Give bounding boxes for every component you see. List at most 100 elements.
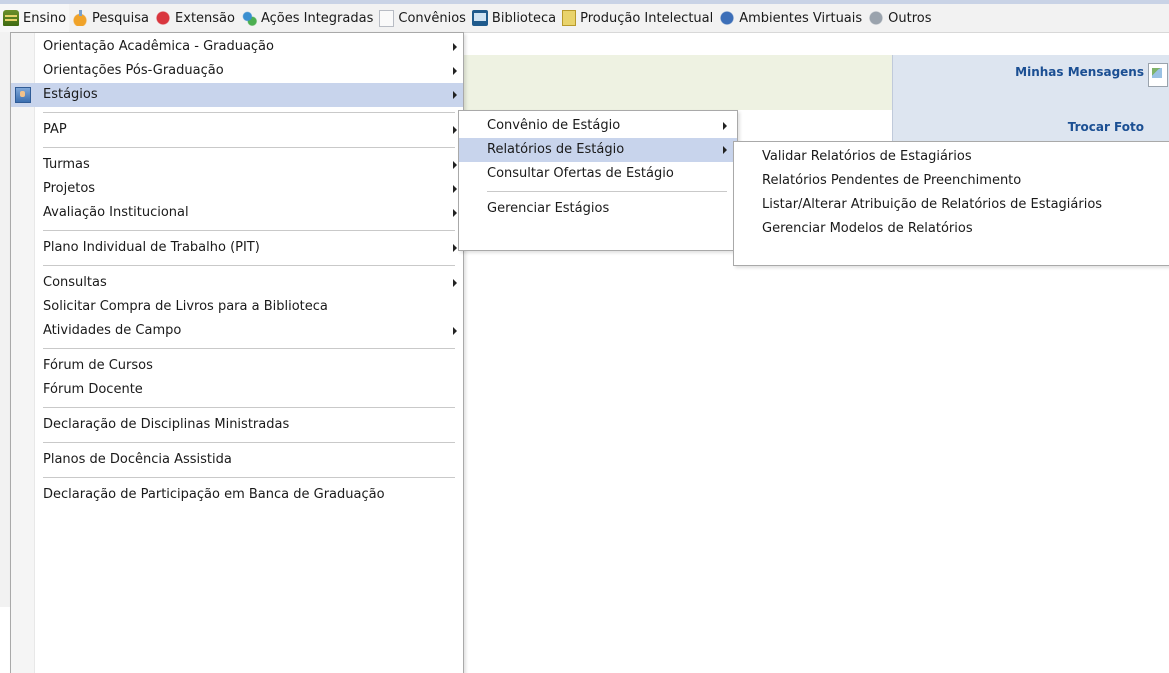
menubar-item-extensao[interactable]: Extensão (152, 4, 238, 32)
menu-item-label: Consultas (43, 275, 107, 290)
submenu-arrow-icon (453, 327, 457, 335)
submenu-arrow-icon (453, 279, 457, 287)
menu-item-label: Validar Relatórios de Estagiários (762, 149, 972, 164)
menu-item-label: Solicitar Compra de Livros para a Biblio… (43, 299, 328, 314)
menu-item-label: Fórum Docente (43, 382, 143, 397)
relatorios-submenu: Validar Relatórios de Estagiários Relató… (733, 141, 1169, 266)
submenu-arrow-icon (723, 122, 727, 130)
menubar-label: Outros (888, 10, 932, 26)
menubar-item-acoes-integradas[interactable]: Ações Integradas (238, 4, 376, 32)
menubar-item-biblioteca[interactable]: Biblioteca (469, 4, 559, 32)
menu-item-label: Consultar Ofertas de Estágio (487, 166, 674, 181)
menu-separator (43, 230, 455, 231)
content-header-area (462, 55, 892, 110)
menu-separator (43, 147, 455, 148)
menu-item-turmas[interactable]: Turmas (11, 153, 463, 177)
menu-item-orientacao-academica[interactable]: Orientação Acadêmica - Graduação (11, 35, 463, 59)
menubar-label: Convênios (398, 10, 466, 26)
document-icon (379, 9, 395, 27)
submenu-arrow-icon (453, 43, 457, 51)
intern-icon (15, 87, 31, 103)
menubar-item-pesquisa[interactable]: Pesquisa (69, 4, 152, 32)
menu-item-label: Convênio de Estágio (487, 118, 621, 133)
menu-separator (487, 191, 727, 192)
menu-item-label: Plano Individual de Trabalho (PIT) (43, 240, 260, 255)
submenu-arrow-icon (453, 161, 457, 169)
menu-item-gerenciar-estagios[interactable]: Gerenciar Estágios (459, 197, 737, 221)
menu-item-relatorios-pendentes[interactable]: Relatórios Pendentes de Preenchimento (734, 169, 1169, 193)
network-icon (719, 10, 736, 26)
menubar-item-producao-intelectual[interactable]: Produção Intelectual (559, 4, 716, 32)
change-photo-link[interactable]: Trocar Foto (1068, 120, 1144, 134)
menu-item-label: Avaliação Institucional (43, 205, 189, 220)
menu-item-atividades-campo[interactable]: Atividades de Campo (11, 319, 463, 343)
menu-separator (43, 348, 455, 349)
submenu-arrow-icon (453, 91, 457, 99)
menu-item-convenio-estagio[interactable]: Convênio de Estágio (459, 114, 737, 138)
menubar-label: Produção Intelectual (580, 10, 714, 26)
menu-separator (43, 112, 455, 113)
submenu-arrow-icon (453, 126, 457, 134)
menu-item-label: Relatórios de Estágio (487, 142, 625, 157)
menubar-label: Ações Integradas (260, 10, 374, 26)
notepad-icon (562, 10, 577, 26)
flask-icon (72, 10, 89, 26)
menubar-item-convenios[interactable]: Convênios (376, 4, 469, 32)
puzzle-icon (240, 10, 257, 26)
menu-item-planos-docencia[interactable]: Planos de Docência Assistida (11, 448, 463, 472)
user-photo-image (1148, 63, 1168, 87)
menu-item-label: Orientações Pós-Graduação (43, 63, 224, 78)
menu-item-label: PAP (43, 122, 67, 137)
menu-item-label: Atividades de Campo (43, 323, 182, 338)
menubar-item-ensino[interactable]: Ensino (0, 4, 70, 32)
menu-separator (43, 407, 455, 408)
menu-item-label: Declaração de Participação em Banca de G… (43, 487, 385, 502)
menu-item-label: Estágios (43, 87, 98, 102)
menu-separator (43, 442, 455, 443)
submenu-arrow-icon (453, 185, 457, 193)
menu-item-label: Projetos (43, 181, 96, 196)
menu-item-solicitar-compra-livros[interactable]: Solicitar Compra de Livros para a Biblio… (11, 295, 463, 319)
menu-item-consultas[interactable]: Consultas (11, 271, 463, 295)
menu-item-forum-docente[interactable]: Fórum Docente (11, 378, 463, 402)
menu-item-pap[interactable]: PAP (11, 118, 463, 142)
menu-item-plano-individual[interactable]: Plano Individual de Trabalho (PIT) (11, 236, 463, 260)
menu-item-label: Orientação Acadêmica - Graduação (43, 39, 274, 54)
menu-item-label: Turmas (43, 157, 90, 172)
menu-item-gerenciar-modelos[interactable]: Gerenciar Modelos de Relatórios (734, 217, 1169, 241)
menubar-label: Ensino (23, 10, 67, 26)
menubar-label: Biblioteca (491, 10, 557, 26)
menu-item-forum-cursos[interactable]: Fórum de Cursos (11, 354, 463, 378)
menu-item-avaliacao-institucional[interactable]: Avaliação Institucional (11, 201, 463, 225)
menu-item-label: Gerenciar Estágios (487, 201, 610, 216)
menu-item-relatorios-estagio[interactable]: Relatórios de Estágio (459, 138, 737, 162)
estagios-submenu: Convênio de Estágio Relatórios de Estági… (458, 110, 738, 251)
menu-separator (43, 265, 455, 266)
menu-separator (43, 477, 455, 478)
menu-item-orientacoes-pos[interactable]: Orientações Pós-Graduação (11, 59, 463, 83)
menubar-label: Extensão (175, 10, 235, 26)
my-messages-link[interactable]: Minhas Mensagens (1015, 65, 1144, 79)
menu-item-declaracao-disciplinas[interactable]: Declaração de Disciplinas Ministradas (11, 413, 463, 437)
menubar-label: Pesquisa (92, 10, 150, 26)
heart-icon (155, 10, 172, 26)
menu-item-label: Relatórios Pendentes de Preenchimento (762, 173, 1022, 188)
menubar-label: Ambientes Virtuais (739, 10, 863, 26)
library-icon (471, 10, 488, 26)
menubar-item-outros[interactable]: Outros (865, 4, 934, 32)
menu-item-declaracao-banca[interactable]: Declaração de Participação em Banca de G… (11, 483, 463, 507)
submenu-arrow-icon (453, 244, 457, 252)
menu-item-label: Planos de Docência Assistida (43, 452, 232, 467)
menubar-item-ambientes-virtuais[interactable]: Ambientes Virtuais (716, 4, 865, 32)
menu-item-projetos[interactable]: Projetos (11, 177, 463, 201)
menu-item-validar-relatorios[interactable]: Validar Relatórios de Estagiários (734, 145, 1169, 169)
menu-item-estagios[interactable]: Estágios (11, 83, 463, 107)
submenu-arrow-icon (453, 209, 457, 217)
menu-item-consultar-ofertas[interactable]: Consultar Ofertas de Estágio (459, 162, 737, 186)
submenu-arrow-icon (723, 146, 727, 154)
menu-item-listar-alterar-atribuicao[interactable]: Listar/Alterar Atribuição de Relatórios … (734, 193, 1169, 217)
ensino-dropdown-menu: Orientação Acadêmica - Graduação Orienta… (10, 32, 464, 673)
menu-item-label: Listar/Alterar Atribuição de Relatórios … (762, 197, 1103, 212)
books-icon (3, 10, 19, 26)
menu-item-label: Fórum de Cursos (43, 358, 153, 373)
